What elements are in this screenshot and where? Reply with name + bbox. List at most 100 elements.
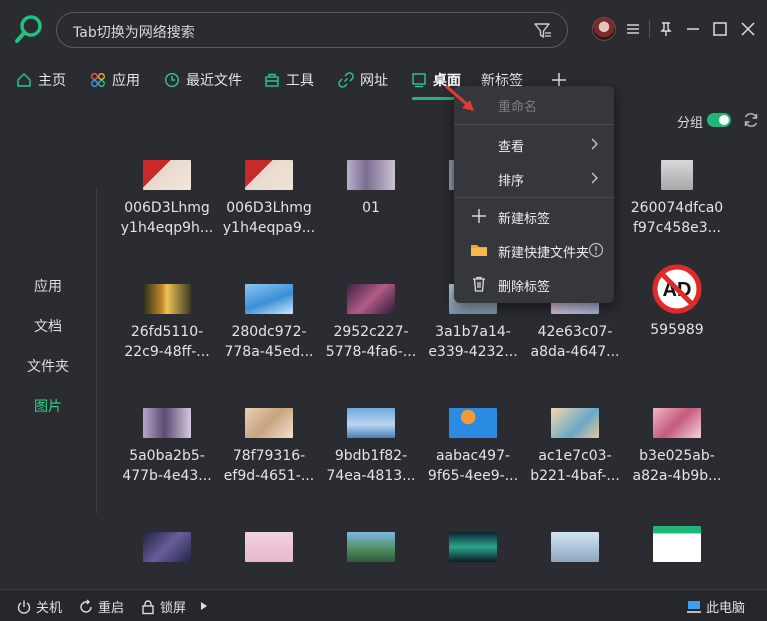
- search-logo-icon[interactable]: [14, 14, 44, 44]
- info-icon[interactable]: [588, 242, 604, 258]
- file-item[interactable]: 280dc972- 778a-45ed...: [217, 284, 321, 362]
- restart-icon: [80, 599, 92, 613]
- file-thumbnail: [551, 408, 599, 438]
- tab-label: 最近文件: [186, 73, 242, 89]
- file-thumbnail: [653, 408, 701, 438]
- group-label: 分组: [677, 116, 704, 131]
- lock-screen-button[interactable]: 锁屏: [140, 597, 186, 616]
- group-toggle[interactable]: [707, 113, 731, 127]
- file-item[interactable]: [421, 532, 525, 562]
- folder-icon: [471, 245, 487, 256]
- menu-item-rename[interactable]: 重命名: [454, 89, 614, 119]
- file-thumbnail: [347, 532, 395, 562]
- file-name: 280dc972- 778a-45ed...: [224, 324, 314, 360]
- file-name: 2952c227- 5778-4fa6-...: [325, 324, 417, 360]
- desktop-icon: [412, 73, 426, 88]
- sidebar-item-documents[interactable]: 文档: [0, 316, 96, 336]
- file-name: 5a0ba2b5- 477b-4e43...: [122, 448, 212, 484]
- plus-icon: [472, 209, 486, 223]
- close-icon[interactable]: [739, 20, 757, 38]
- file-thumbnail: [449, 532, 497, 562]
- title-separator: [649, 20, 650, 38]
- play-arrow-icon[interactable]: [199, 601, 209, 611]
- sidebar-divider: [96, 188, 97, 514]
- top-bar: Tab切换为网络搜索: [0, 0, 767, 60]
- file-item[interactable]: 006D3Lhmg y1h4eqp9h...: [115, 160, 219, 238]
- file-name: 42e63c07- a8da-4647...: [530, 324, 620, 360]
- file-thumbnail: [347, 284, 395, 314]
- file-name: 260074dfca0 f97c458e3...: [630, 200, 724, 236]
- file-item[interactable]: 2952c227- 5778-4fa6-...: [319, 284, 423, 362]
- file-item[interactable]: 9bdb1f82- 74ea-4813...: [319, 408, 423, 486]
- file-item[interactable]: [319, 532, 423, 562]
- user-avatar[interactable]: [592, 17, 616, 41]
- menu-item-new-tab[interactable]: 新建标签: [454, 201, 614, 231]
- file-name: 595989: [650, 322, 704, 338]
- tab-label: 网址: [360, 73, 388, 89]
- file-item[interactable]: AD 595989: [625, 264, 729, 340]
- bottom-bar: 关机 重启 锁屏 此电脑: [0, 589, 767, 621]
- file-item[interactable]: [115, 532, 219, 562]
- file-item[interactable]: 78f79316- ef9d-4651-...: [217, 408, 321, 486]
- menu-item-sort[interactable]: 排序: [454, 163, 614, 193]
- file-item[interactable]: 5a0ba2b5- 477b-4e43...: [115, 408, 219, 486]
- file-thumbnail: [143, 160, 191, 190]
- link-icon: [338, 72, 354, 88]
- file-name: aabac497- 9f65-4ee9-...: [427, 448, 519, 484]
- menu-item-new-shortcut-folder[interactable]: 新建快捷文件夹: [454, 235, 614, 265]
- file-name: 3a1b7a14- e339-4232...: [428, 324, 518, 360]
- file-name: 9bdb1f82- 74ea-4813...: [326, 448, 416, 484]
- context-menu: 重命名 查看 排序 新建标签 新建快捷文件夹 删除标签: [454, 86, 614, 303]
- sidebar-item-folders[interactable]: 文件夹: [0, 356, 96, 376]
- menu-item-delete-tab[interactable]: 删除标签: [454, 269, 614, 299]
- sidebar-item-apps[interactable]: 应用: [0, 276, 96, 296]
- menu-item-view[interactable]: 查看: [454, 129, 614, 159]
- file-item[interactable]: ac1e7c03- b221-4baf-...: [523, 408, 627, 486]
- file-thumbnail: [449, 408, 497, 438]
- maximize-icon[interactable]: [711, 20, 729, 38]
- file-name: 01: [362, 200, 380, 216]
- file-item[interactable]: [625, 526, 729, 562]
- file-thumbnail: [143, 284, 191, 314]
- sidebar-item-images[interactable]: 图片: [0, 396, 96, 416]
- tab-recent-files[interactable]: 最近文件: [164, 62, 242, 98]
- file-item[interactable]: [217, 532, 321, 562]
- trash-icon: [473, 276, 485, 292]
- home-icon: [17, 73, 31, 87]
- file-item[interactable]: 01: [319, 160, 423, 218]
- this-pc-button[interactable]: 此电脑: [686, 597, 745, 616]
- file-item[interactable]: 006D3Lhmg y1h4eqpa9...: [217, 160, 321, 238]
- file-name: b3e025ab-a82a-4b9b...: [632, 448, 722, 484]
- file-name: ac1e7c03- b221-4baf-...: [530, 448, 620, 484]
- file-item[interactable]: b3e025ab-a82a-4b9b...: [625, 408, 729, 486]
- restart-button[interactable]: 重启: [78, 597, 124, 616]
- tab-home[interactable]: 主页: [16, 62, 66, 98]
- annotation-arrow: [445, 85, 474, 111]
- tab-label: 主页: [38, 73, 66, 89]
- computer-icon: [687, 600, 701, 613]
- file-item[interactable]: 260074dfca0 f97c458e3...: [625, 160, 729, 238]
- refresh-icon[interactable]: [742, 111, 760, 129]
- file-thumbnail: [143, 532, 191, 562]
- filter-icon[interactable]: [533, 21, 553, 41]
- file-thumbnail: [245, 532, 293, 562]
- tab-label: 应用: [112, 73, 140, 89]
- file-thumbnail: [347, 408, 395, 438]
- menu-icon[interactable]: [624, 20, 642, 38]
- file-item[interactable]: aabac497- 9f65-4ee9-...: [421, 408, 525, 486]
- tab-tools[interactable]: 工具: [264, 62, 314, 98]
- minimize-icon[interactable]: [684, 20, 702, 38]
- shutdown-button[interactable]: 关机: [16, 597, 62, 616]
- tab-apps[interactable]: 应用: [90, 62, 140, 98]
- menu-separator: [454, 197, 614, 198]
- file-thumbnail: [551, 532, 599, 562]
- pin-icon[interactable]: [657, 20, 675, 38]
- file-item[interactable]: 26fd5110- 22c9-48ff-...: [115, 284, 219, 362]
- file-item[interactable]: [523, 532, 627, 562]
- search-input[interactable]: Tab切换为网络搜索: [56, 12, 568, 48]
- no-ad-icon: AD: [652, 264, 702, 314]
- tab-urls[interactable]: 网址: [338, 62, 388, 98]
- chevron-right-icon: [591, 138, 598, 150]
- file-thumbnail: [245, 408, 293, 438]
- menu-separator: [454, 124, 614, 125]
